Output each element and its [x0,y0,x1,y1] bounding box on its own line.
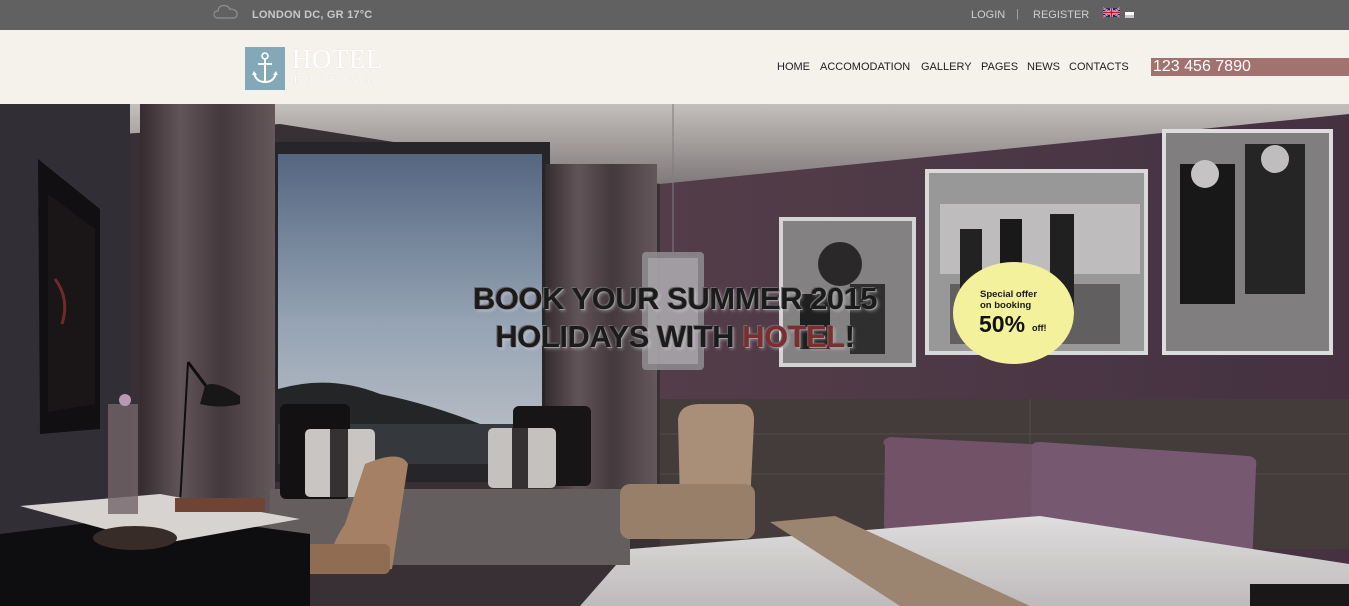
register-link[interactable]: REGISTER [1033,9,1089,21]
nav-contacts[interactable]: CONTACTS [1069,61,1129,73]
offer-line1: Special offer [980,289,1038,300]
offer-line2: on booking [980,300,1032,311]
hero-banner: BOOK YOUR SUMMER 2015 HOLIDAYS WITH HOTE… [0,104,1349,606]
nav-news[interactable]: NEWS [1027,61,1060,73]
divider: | [1016,8,1019,20]
nav-gallery[interactable]: GALLERY [921,61,972,73]
hero-heading-line1: BOOK YOUR SUMMER 2015 [472,281,878,316]
weather-info: LONDON DC, GR 17°C [252,9,373,21]
nav-accomodation[interactable]: ACCOMODATION [820,61,910,73]
logo-subtitle: BOOKING [294,75,376,86]
offer-off-label: off! [1032,323,1047,333]
nav-home[interactable]: HOME [777,61,810,73]
nav-pages[interactable]: PAGES [981,61,1018,73]
logo[interactable] [245,47,285,90]
login-link[interactable]: LOGIN [971,9,1005,21]
anchor-icon [252,52,278,84]
hero-heading-prefix: HOLIDAYS WITH [495,319,743,354]
hero-heading-accent: HOTEL [742,319,845,354]
hero-heading-line2: HOLIDAYS WITH HOTEL! [330,318,1020,356]
language-flag-icon[interactable] [1125,12,1134,18]
top-bar: LONDON DC, GR 17°C LOGIN | REGISTER [0,0,1349,30]
hero-heading-suffix: ! [844,319,855,354]
special-offer-badge[interactable]: Special offer on booking 50% off! [953,262,1074,364]
site-header: HOTEL BOOKING HOME ACCOMODATION GALLERY … [0,30,1349,104]
hero-heading: BOOK YOUR SUMMER 2015 HOLIDAYS WITH HOTE… [330,280,1020,356]
logo-title: HOTEL [292,44,383,74]
cloud-icon [213,4,238,19]
phone-number[interactable]: 123 456 7890 [1151,58,1349,76]
offer-percent: 50% [979,311,1026,337]
uk-flag-icon[interactable] [1103,7,1120,18]
